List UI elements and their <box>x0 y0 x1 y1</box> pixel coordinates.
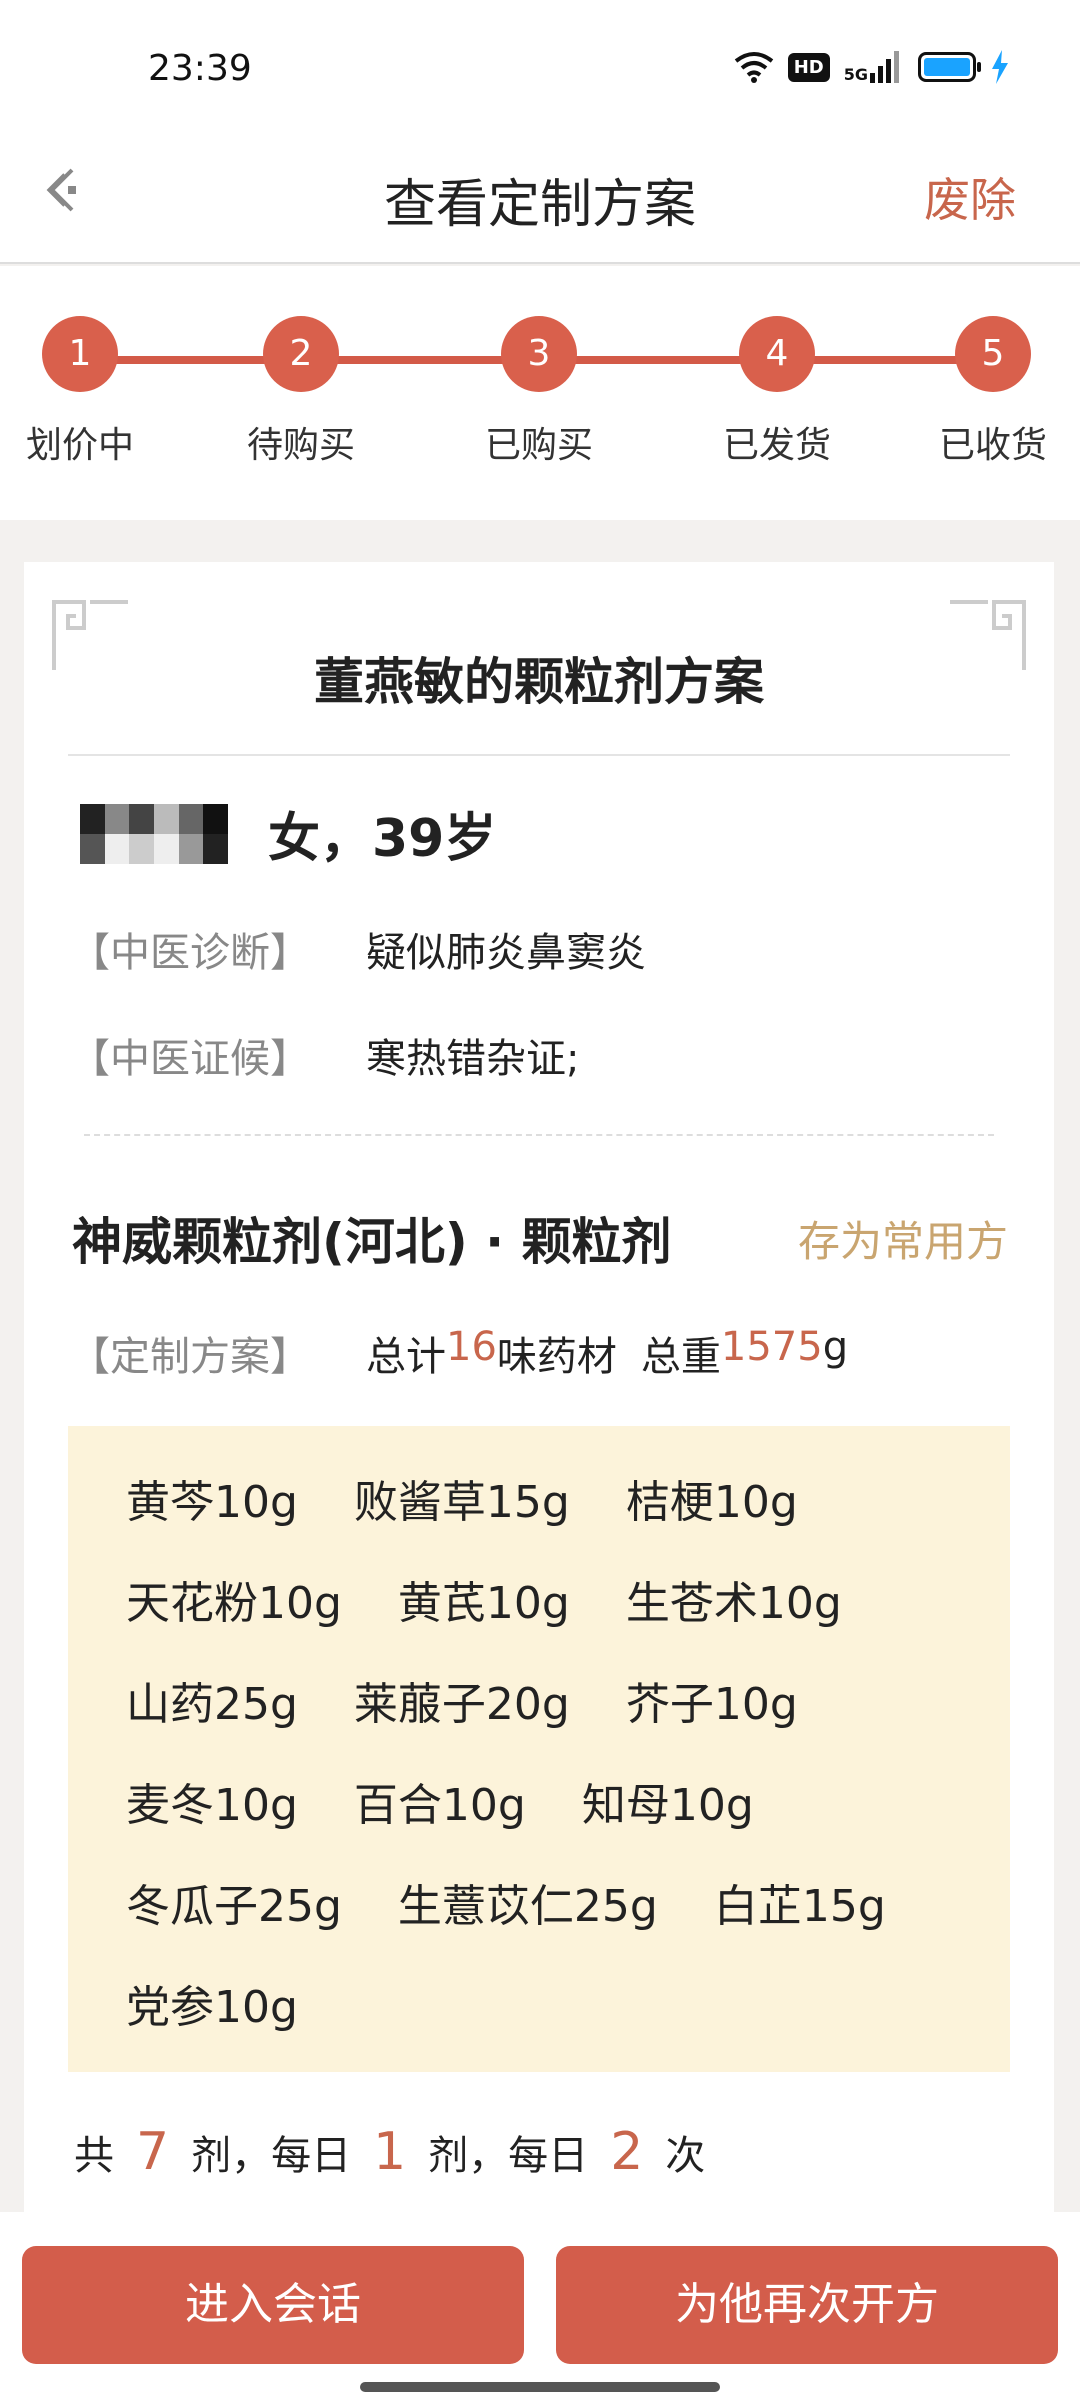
total-weight: 1575 <box>720 1324 823 1370</box>
step-number: 4 <box>739 316 815 392</box>
step-5: 5 已收货 <box>918 316 1068 468</box>
dose-count: 7 <box>136 2122 170 2182</box>
diagnosis-row: 【中医诊断】 疑似肺炎鼻窦炎 <box>70 920 646 978</box>
dosage-text: 剂，每日 <box>428 2133 589 2179</box>
doses-per-day: 1 <box>373 2122 407 2182</box>
herb-item: 山药25g <box>126 1679 298 1730</box>
step-2: 2 待购买 <box>226 316 376 468</box>
redacted-name <box>80 803 228 864</box>
status-icons: HD 5G <box>734 50 1010 84</box>
step-label: 待购买 <box>246 425 355 466</box>
dosage-text: 次 <box>665 2133 706 2179</box>
bottom-action-bar: 进入会话 为他再次开方 <box>0 2212 1080 2400</box>
step-label: 已收货 <box>938 425 1047 466</box>
herb-item: 生薏苡仁25g <box>397 1881 658 1932</box>
step-label: 划价中 <box>25 425 134 466</box>
weight-unit: g <box>822 1324 849 1370</box>
step-label: 已发货 <box>722 425 831 466</box>
herb-item: 黄芪10g <box>397 1578 570 1629</box>
step-3: 3 已购买 <box>464 316 614 468</box>
step-number: 3 <box>501 316 577 392</box>
dosage-text: 共 <box>74 2133 114 2179</box>
step-number: 1 <box>42 316 118 392</box>
herb-list: 黄芩10g 败酱草15g 桔梗10g 天花粉10g 黄芪10g 生苍术10g 山… <box>68 1426 1010 2072</box>
herb-row: 党参10g <box>126 1971 1010 2072</box>
page-title: 查看定制方案 <box>383 175 696 235</box>
represcribe-button[interactable]: 为他再次开方 <box>556 2246 1058 2364</box>
herb-item: 芥子10g <box>625 1679 798 1730</box>
charging-icon <box>992 50 1008 84</box>
save-common-button[interactable]: 存为常用方 <box>798 1208 1008 1269</box>
abolish-button[interactable]: 废除 <box>924 164 1016 230</box>
enter-chat-button[interactable]: 进入会话 <box>22 2246 524 2364</box>
herb-row: 山药25g 莱菔子20g 芥子10g <box>126 1668 1010 1769</box>
product-name: 神威颗粒剂(河北) · 颗粒剂 <box>72 1213 672 1271</box>
herb-row: 天花粉10g 黄芪10g 生苍术10g <box>126 1567 1010 1668</box>
diagnosis-label: 【中医诊断】 <box>70 930 310 976</box>
herb-row: 黄芩10g 败酱草15g 桔梗10g <box>126 1466 1010 1567</box>
syndrome-row: 【中医证候】 寒热错杂证; <box>70 1026 579 1084</box>
plan-title: 董燕敏的颗粒剂方案 <box>314 653 764 711</box>
hd-badge: HD <box>787 52 830 82</box>
herb-item: 冬瓜子25g <box>126 1881 342 1932</box>
times-per-day: 2 <box>610 2122 644 2182</box>
herb-item: 党参10g <box>126 1982 298 2033</box>
divider <box>68 754 1010 756</box>
herb-item: 知母10g <box>581 1780 754 1831</box>
herb-item: 天花粉10g <box>126 1578 342 1629</box>
weight-prefix: 总重 <box>640 1334 721 1380</box>
step-label: 已购买 <box>484 425 593 466</box>
network-type: 5G <box>843 65 868 84</box>
plan-card: 董燕敏的颗粒剂方案 女，39岁 【中医诊断】 疑似肺炎鼻窦炎 【中医证候】 寒热… <box>24 562 1054 2212</box>
herb-row: 麦冬10g 百合10g 知母10g <box>126 1769 1010 1870</box>
dosage-info: 共 7 剂，每日 1 剂，每日 2 次 <box>74 2122 705 2182</box>
syndrome-label: 【中医证候】 <box>70 1036 310 1082</box>
dashed-divider <box>84 1134 994 1136</box>
herb-item: 莱菔子20g <box>353 1679 570 1730</box>
home-indicator[interactable] <box>360 2382 720 2392</box>
patient-gender-age: 女，39岁 <box>268 809 497 869</box>
syndrome-value: 寒热错杂证; <box>366 1036 580 1082</box>
count-suffix: 味药材 <box>496 1334 617 1380</box>
nav-bar: 查看定制方案 废除 <box>0 140 1080 264</box>
signal-indicator: 5G <box>844 51 904 83</box>
step-4: 4 已发货 <box>702 316 852 468</box>
diagnosis-value: 疑似肺炎鼻窦炎 <box>366 930 646 976</box>
signal-icon <box>870 51 899 83</box>
patient-info: 女，39岁 <box>80 796 496 871</box>
summary-label: 【定制方案】 <box>70 1334 310 1380</box>
battery-icon <box>918 52 981 82</box>
herb-row: 冬瓜子25g 生薏苡仁25g 白芷15g <box>126 1870 1010 1971</box>
herb-count: 16 <box>446 1324 497 1370</box>
herb-item: 黄芩10g <box>126 1477 298 1528</box>
total-prefix: 总计 <box>366 1334 446 1380</box>
step-number: 5 <box>955 316 1031 392</box>
herb-item: 桔梗10g <box>625 1477 798 1528</box>
dosage-text: 剂，每日 <box>191 2133 352 2179</box>
status-time: 23:39 <box>148 48 252 89</box>
herb-item: 百合10g <box>353 1780 526 1831</box>
herb-item: 败酱草15g <box>353 1477 570 1528</box>
wifi-icon <box>734 52 773 83</box>
order-progress: 1 划价中 2 待购买 3 已购买 4 已发货 5 已收货 <box>0 266 1080 520</box>
plan-summary: 【定制方案】 总计 16 味药材 总重 1575 g <box>70 1324 848 1382</box>
status-bar: 23:39 HD 5G <box>0 0 1080 140</box>
herb-item: 麦冬10g <box>126 1780 298 1831</box>
step-number: 2 <box>263 316 339 392</box>
step-1: 1 划价中 <box>5 316 155 468</box>
herb-item: 生苍术10g <box>625 1578 842 1629</box>
herb-item: 白芷15g <box>713 1881 886 1932</box>
